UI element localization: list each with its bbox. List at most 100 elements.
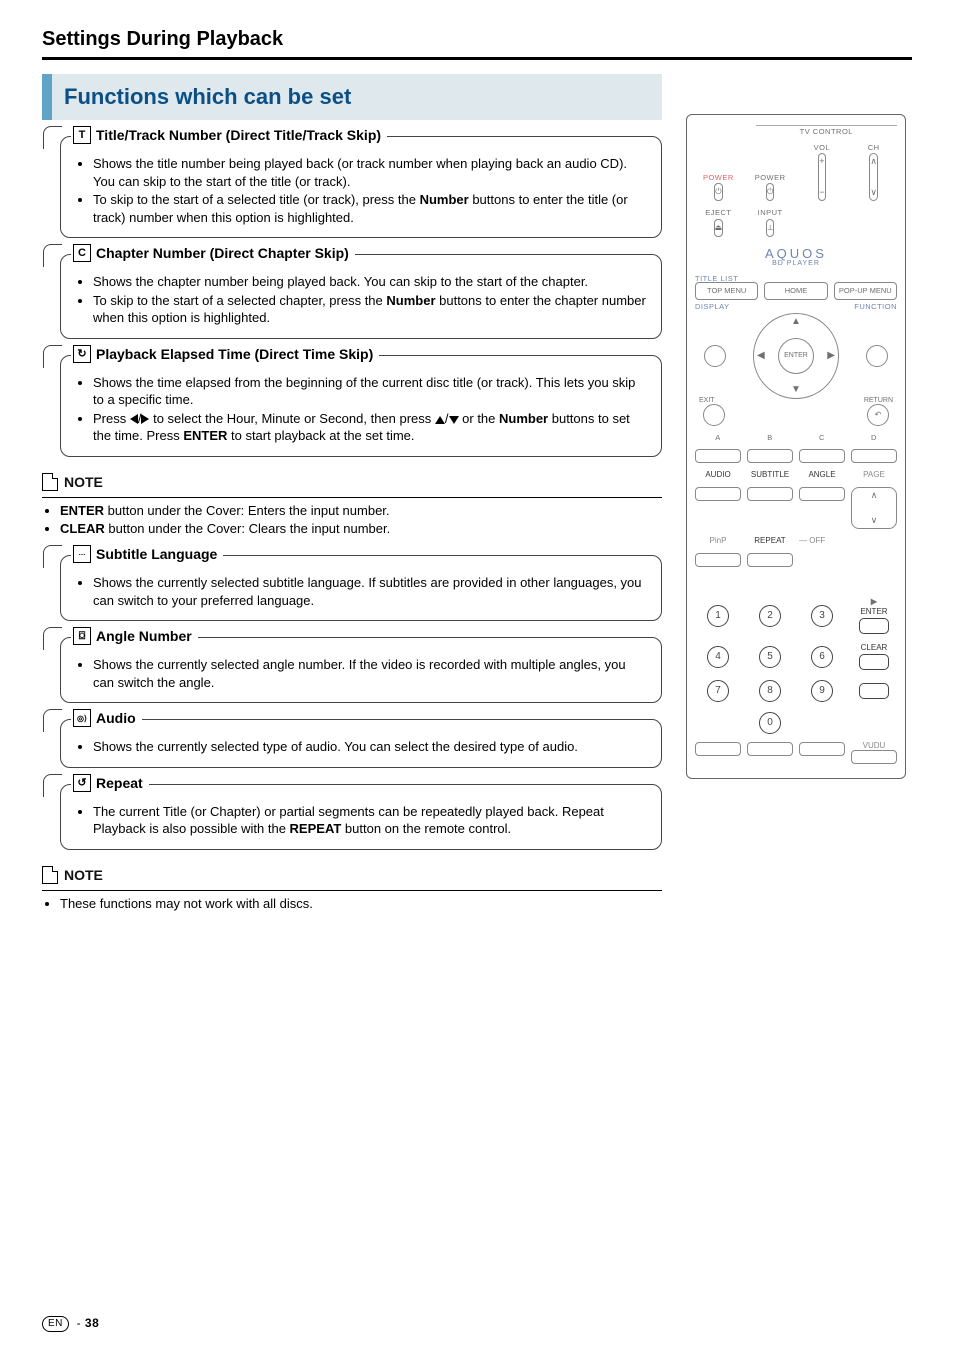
vudu-label: VUDU (863, 741, 886, 750)
key-3[interactable]: 3 (811, 605, 833, 627)
power-button[interactable]: ⏻ (766, 183, 774, 201)
func-bullets: Shows the time elapsed from the beginnin… (75, 374, 647, 445)
key-9[interactable]: 9 (811, 680, 833, 702)
angle-icon: ⌼ (73, 627, 91, 645)
off-label: — OFF (799, 537, 845, 545)
exit-label: EXIT (699, 397, 715, 404)
display-button[interactable] (704, 345, 726, 367)
note-block-2: NOTE These functions may not work with a… (42, 866, 662, 913)
clear-button[interactable] (859, 654, 889, 670)
func-bullets: Shows the title number being played back… (75, 155, 647, 226)
ch-label: CH (868, 144, 880, 152)
color-b-button[interactable] (747, 449, 793, 463)
transport-1[interactable] (695, 742, 741, 756)
color-d-button[interactable] (851, 449, 897, 463)
repeat-button[interactable] (747, 553, 793, 567)
blank-wide-button[interactable] (859, 683, 889, 699)
brand-name: AQUOS (695, 247, 897, 260)
enter-button[interactable]: ENTER (778, 338, 814, 374)
key-0[interactable]: 0 (759, 712, 781, 734)
audio-label: AUDIO (695, 471, 741, 479)
top-menu-button[interactable]: TOP MENU (695, 282, 758, 300)
transport-3[interactable] (799, 742, 845, 756)
input-label: INPUT (758, 209, 783, 217)
abcd-b: B (747, 434, 793, 442)
angle-label: ANGLE (799, 471, 845, 479)
brand-block: AQUOS BD PLAYER (695, 247, 897, 267)
vol-label: VOL (814, 144, 831, 152)
key-8[interactable]: 8 (759, 680, 781, 702)
d-pad[interactable]: ▲ ▼ ◀ ▶ ENTER (737, 311, 856, 401)
func-heading: Angle Number (96, 628, 192, 644)
return-button[interactable]: ↶ (867, 404, 889, 426)
key-2[interactable]: 2 (759, 605, 781, 627)
enter-wide-button[interactable] (859, 618, 889, 634)
page-number: 38 (85, 1316, 99, 1330)
enter2-label: ENTER (860, 608, 887, 616)
note-bullets: ENTER button under the Cover: Enters the… (42, 502, 662, 537)
home-button[interactable]: HOME (764, 282, 827, 300)
power-label: POWER (755, 174, 786, 182)
number-keypad: 1 2 3 ▶ ENTER 4 5 6 CLEAR 7 (695, 592, 897, 734)
remote-diagram: TV CONTROL POWER ⏻ POWER ⏻ VOL +− (686, 114, 906, 779)
note-block-1: NOTE ENTER button under the Cover: Enter… (42, 473, 662, 537)
input-button[interactable]: ⟂ (766, 219, 773, 237)
ch-rocker[interactable]: ∧∨ (869, 153, 878, 201)
subtitle-icon: .... (73, 545, 91, 563)
func-bullets: Shows the chapter number being played ba… (75, 273, 647, 327)
key-1[interactable]: 1 (707, 605, 729, 627)
tv-control-label: TV CONTROL (756, 125, 897, 136)
function-button[interactable] (866, 345, 888, 367)
pinp-button[interactable] (695, 553, 741, 567)
eject-label: EJECT (705, 209, 731, 217)
exit-button[interactable] (703, 404, 725, 426)
key-5[interactable]: 5 (759, 646, 781, 668)
eject-button[interactable]: ⏏ (714, 219, 724, 237)
display-label: DISPLAY (695, 303, 730, 311)
dpad-up-icon[interactable]: ▲ (791, 317, 801, 327)
func-heading: Playback Elapsed Time (Direct Time Skip) (96, 346, 373, 362)
func-audio: ◎⟩ Audio Shows the currently selected ty… (60, 719, 662, 768)
subtitle-label: SUBTITLE (747, 471, 793, 479)
func-heading: Chapter Number (Direct Chapter Skip) (96, 245, 349, 261)
dpad-down-icon[interactable]: ▼ (791, 385, 801, 395)
power-left-label: POWER (703, 174, 734, 182)
page-footer: EN - 38 (42, 1316, 99, 1332)
func-chapter: C Chapter Number (Direct Chapter Skip) S… (60, 254, 662, 339)
page-rocker[interactable]: ∧∨ (851, 487, 897, 529)
repeat-icon: ↺ (73, 774, 91, 792)
color-c-button[interactable] (799, 449, 845, 463)
note-doc-icon (42, 473, 58, 491)
angle-button[interactable] (799, 487, 845, 501)
page-label: PAGE (851, 471, 897, 479)
note-label: NOTE (64, 474, 103, 490)
title-track-icon: T (73, 126, 91, 144)
func-repeat: ↺ Repeat The current Title (or Chapter) … (60, 784, 662, 850)
abcd-c: C (799, 434, 845, 442)
key-7[interactable]: 7 (707, 680, 729, 702)
lang-badge: EN (42, 1316, 69, 1332)
abcd-d: D (851, 434, 897, 442)
color-a-button[interactable] (695, 449, 741, 463)
dpad-right-icon[interactable]: ▶ (827, 351, 835, 361)
func-elapsed: ↻ Playback Elapsed Time (Direct Time Ski… (60, 355, 662, 457)
dpad-left-icon[interactable]: ◀ (757, 351, 765, 361)
audio-button[interactable] (695, 487, 741, 501)
transport-2[interactable] (747, 742, 793, 756)
subtitle-button[interactable] (747, 487, 793, 501)
power-left-button[interactable]: ⏻ (714, 183, 722, 201)
key-6[interactable]: 6 (811, 646, 833, 668)
func-heading: Repeat (96, 775, 143, 791)
audio-icon: ◎⟩ (73, 709, 91, 727)
repeat-label: REPEAT (747, 537, 793, 545)
func-bullets: Shows the currently selected subtitle la… (75, 574, 647, 609)
pinp-label: PinP (695, 537, 741, 545)
function-label: FUNCTION (854, 303, 897, 311)
key-4[interactable]: 4 (707, 646, 729, 668)
func-heading: Subtitle Language (96, 546, 217, 562)
func-subtitle: .... Subtitle Language Shows the current… (60, 555, 662, 621)
vol-rocker[interactable]: +− (818, 153, 825, 201)
popup-menu-button[interactable]: POP-UP MENU (834, 282, 897, 300)
title-list-label: TITLE LIST (695, 275, 897, 283)
vudu-button[interactable] (851, 750, 897, 764)
